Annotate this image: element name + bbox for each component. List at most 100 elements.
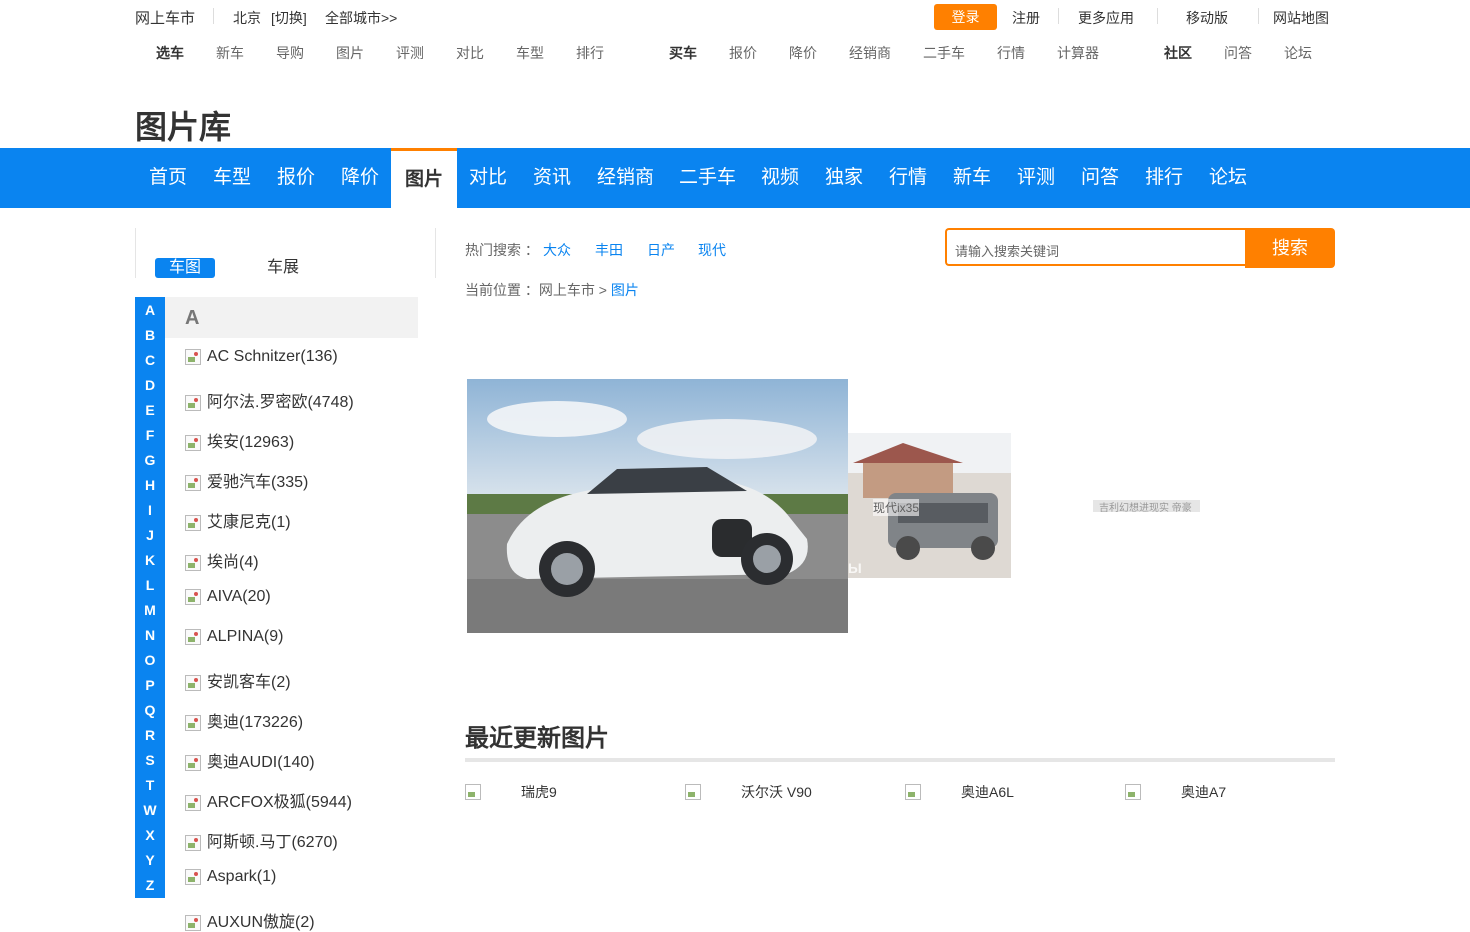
subnav-item[interactable]: 经销商: [849, 43, 891, 63]
brand-item[interactable]: 阿尔法.罗密欧(4748): [185, 388, 354, 412]
brand-label[interactable]: 埃安(12963): [207, 434, 294, 451]
letter-index-item[interactable]: D: [135, 377, 165, 393]
letter-index-item[interactable]: B: [135, 327, 165, 343]
hot-search-item[interactable]: 丰田: [595, 240, 623, 260]
brand-item[interactable]: 爱驰汽车(335): [185, 468, 308, 492]
subnav-item[interactable]: 降价: [789, 43, 817, 63]
letter-index-item[interactable]: C: [135, 352, 165, 368]
letter-index-item[interactable]: Y: [135, 852, 165, 868]
main-nav-rankings[interactable]: 排行: [1131, 148, 1197, 208]
tab-car-pictures[interactable]: 车图: [155, 258, 215, 278]
brand-item[interactable]: 安凯客车(2): [185, 668, 291, 692]
brand-item[interactable]: AC Schnitzer(136): [185, 348, 338, 366]
subnav-title-buy-car[interactable]: 买车: [669, 43, 697, 63]
brand-item[interactable]: 奥迪(173226): [185, 708, 303, 732]
register-link[interactable]: 注册: [1012, 8, 1040, 28]
carousel-slide-3[interactable]: 吉利幻想进现实 帝豪: [1093, 500, 1200, 514]
brand-label[interactable]: 艾康尼克(1): [207, 514, 291, 531]
brand-item[interactable]: 埃安(12963): [185, 428, 294, 452]
subnav-title-select-car[interactable]: 选车: [156, 43, 184, 63]
main-nav-market[interactable]: 行情: [875, 148, 941, 208]
main-nav-exclusive[interactable]: 独家: [811, 148, 877, 208]
brand-item[interactable]: Aspark(1): [185, 868, 276, 886]
subnav-item[interactable]: 论坛: [1284, 43, 1312, 63]
subnav-item[interactable]: 报价: [729, 43, 757, 63]
brand-item[interactable]: AUXUN傲旋(2): [185, 908, 315, 932]
recent-picture-label[interactable]: 奥迪A6L: [961, 784, 1014, 800]
letter-index-item[interactable]: Q: [135, 702, 165, 718]
letter-index-item[interactable]: I: [135, 502, 165, 518]
subnav-item[interactable]: 二手车: [923, 43, 965, 63]
main-nav-forum[interactable]: 论坛: [1195, 148, 1261, 208]
login-button[interactable]: 登录: [934, 4, 997, 30]
subnav-item[interactable]: 导购: [276, 43, 304, 63]
brand-item[interactable]: 埃尚(4): [185, 548, 259, 572]
main-nav-qa[interactable]: 问答: [1067, 148, 1133, 208]
letter-index-item[interactable]: X: [135, 827, 165, 843]
brand-item[interactable]: 阿斯顿.马丁(6270): [185, 828, 338, 852]
main-nav-prices[interactable]: 报价: [263, 148, 329, 208]
main-nav-new-cars[interactable]: 新车: [939, 148, 1005, 208]
main-nav-reviews[interactable]: 评测: [1003, 148, 1069, 208]
breadcrumb-current[interactable]: 图片: [611, 282, 639, 298]
subnav-item[interactable]: 新车: [216, 43, 244, 63]
main-nav-used-cars[interactable]: 二手车: [665, 148, 750, 208]
brand-label[interactable]: AIVA(20): [207, 588, 271, 605]
letter-index-item[interactable]: H: [135, 477, 165, 493]
tab-auto-show[interactable]: 车展: [267, 258, 299, 278]
letter-index-item[interactable]: P: [135, 677, 165, 693]
brand-label[interactable]: 阿斯顿.马丁(6270): [207, 834, 338, 851]
letter-index-item[interactable]: L: [135, 577, 165, 593]
main-nav-pictures[interactable]: 图片: [391, 148, 458, 208]
subnav-item[interactable]: 问答: [1224, 43, 1252, 63]
switch-city-link[interactable]: [切换]: [271, 8, 307, 28]
brand-label[interactable]: 安凯客车(2): [207, 674, 291, 691]
brand-item[interactable]: 奥迪AUDI(140): [185, 748, 315, 772]
brand-label[interactable]: 爱驰汽车(335): [207, 474, 308, 491]
brand-label[interactable]: 奥迪AUDI(140): [207, 754, 315, 771]
brand-label[interactable]: 阿尔法.罗密欧(4748): [207, 394, 354, 411]
main-nav-home[interactable]: 首页: [135, 148, 201, 208]
letter-index-item[interactable]: E: [135, 402, 165, 418]
letter-index-item[interactable]: W: [135, 802, 165, 818]
letter-index-item[interactable]: F: [135, 427, 165, 443]
subnav-item[interactable]: 排行: [576, 43, 604, 63]
recent-picture-item[interactable]: 奥迪A6L: [905, 782, 1014, 802]
site-name[interactable]: 网上车市: [135, 7, 195, 28]
all-cities-link[interactable]: 全部城市>>: [325, 8, 397, 28]
letter-index-item[interactable]: K: [135, 552, 165, 568]
brand-item[interactable]: 艾康尼克(1): [185, 508, 291, 532]
hot-search-item[interactable]: 现代: [698, 240, 726, 260]
letter-index-item[interactable]: Z: [135, 877, 165, 893]
recent-picture-item[interactable]: 奥迪A7: [1125, 782, 1226, 802]
subnav-item[interactable]: 车型: [516, 43, 544, 63]
brand-label[interactable]: ARCFOX极狐(5944): [207, 794, 352, 811]
letter-index-item[interactable]: R: [135, 727, 165, 743]
subnav-item[interactable]: 评测: [396, 43, 424, 63]
letter-index-item[interactable]: T: [135, 777, 165, 793]
letter-index-item[interactable]: S: [135, 752, 165, 768]
main-nav-news[interactable]: 资讯: [519, 148, 585, 208]
breadcrumb-prefix[interactable]: 当前位置 ：网上车市 >: [465, 282, 611, 298]
main-nav-discounts[interactable]: 降价: [327, 148, 393, 208]
more-apps-link[interactable]: 更多应用: [1078, 8, 1134, 28]
letter-index-item[interactable]: G: [135, 452, 165, 468]
hot-search-item[interactable]: 大众: [543, 240, 571, 260]
brand-item[interactable]: AIVA(20): [185, 588, 271, 606]
subnav-title-community[interactable]: 社区: [1164, 43, 1192, 63]
carousel-slide-main[interactable]: [467, 379, 848, 633]
recent-picture-label[interactable]: 瑞虎9: [521, 784, 557, 800]
letter-index-item[interactable]: O: [135, 652, 165, 668]
recent-picture-label[interactable]: 沃尔沃 V90: [741, 784, 812, 800]
brand-item[interactable]: ALPINA(9): [185, 628, 283, 646]
main-nav-compare[interactable]: 对比: [455, 148, 521, 208]
brand-label[interactable]: ALPINA(9): [207, 628, 283, 645]
main-nav-video[interactable]: 视频: [747, 148, 813, 208]
brand-label[interactable]: AC Schnitzer(136): [207, 348, 338, 365]
main-nav-dealers[interactable]: 经销商: [583, 148, 668, 208]
letter-index-item[interactable]: N: [135, 627, 165, 643]
recent-picture-label[interactable]: 奥迪A7: [1181, 784, 1226, 800]
brand-label[interactable]: 奥迪(173226): [207, 714, 303, 731]
sitemap-link[interactable]: 网站地图: [1273, 8, 1329, 28]
main-nav-models[interactable]: 车型: [199, 148, 265, 208]
